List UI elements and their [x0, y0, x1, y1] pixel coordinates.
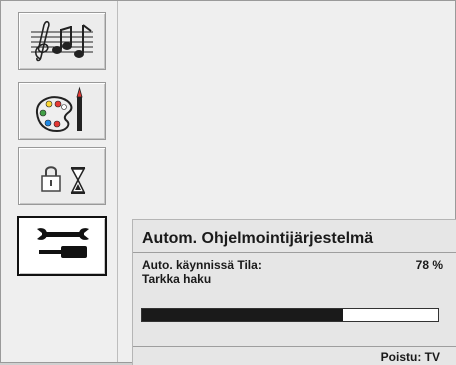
- menu-column: [1, 1, 118, 362]
- menu-item-picture[interactable]: [18, 82, 106, 140]
- menu-item-lock[interactable]: [18, 147, 106, 205]
- tools-icon: [37, 228, 89, 258]
- exit-hint: Poistu: TV: [380, 350, 440, 364]
- title-divider: [133, 252, 456, 253]
- progress-bar: [141, 308, 439, 322]
- progress-percent: 78 %: [415, 258, 443, 272]
- progress-bar-fill: [142, 309, 343, 321]
- menu-item-sound[interactable]: [18, 12, 106, 70]
- music-notes-icon: [31, 20, 93, 62]
- footer-divider: [133, 346, 456, 347]
- menu-item-setup[interactable]: [17, 216, 107, 276]
- lock-timer-icon: [41, 166, 86, 194]
- search-mode-label: Tarkka haku: [142, 272, 212, 286]
- auto-programming-dialog: Autom. Ohjelmointijärjestelmä Auto. käyn…: [132, 219, 456, 365]
- status-label: Auto. käynnissä Tila:: [142, 258, 262, 272]
- paint-palette-icon: [35, 86, 83, 133]
- dialog-title: Autom. Ohjelmointijärjestelmä: [142, 230, 374, 247]
- tv-menu-screen: Autom. Ohjelmointijärjestelmä Auto. käyn…: [0, 0, 456, 365]
